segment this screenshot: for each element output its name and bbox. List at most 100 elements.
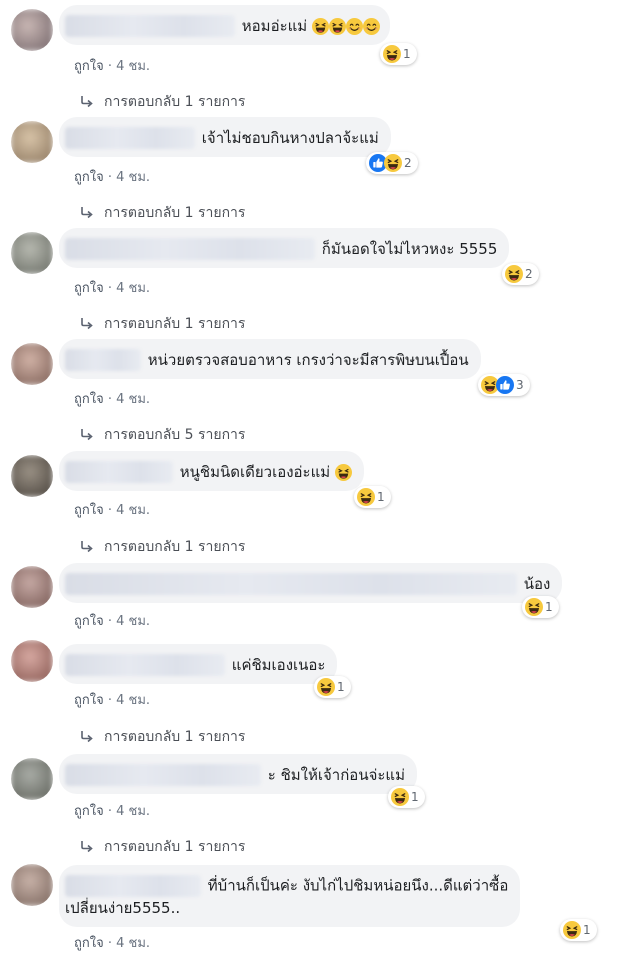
haha-emoji-icon xyxy=(505,265,523,283)
commenter-name[interactable] xyxy=(65,573,517,595)
avatar[interactable] xyxy=(11,343,53,385)
view-replies-link[interactable]: การตอบกลับ 1 รายการ xyxy=(80,536,245,558)
commenter-name[interactable] xyxy=(65,127,195,149)
avatar[interactable] xyxy=(11,864,53,906)
comment-text: น้อง xyxy=(523,575,551,593)
like-link[interactable]: ถูกใจ xyxy=(74,392,104,407)
timestamp[interactable]: 4 ชม. xyxy=(116,281,150,296)
reply-count-label[interactable]: การตอบกลับ 1 รายการ xyxy=(104,91,245,113)
haha-emoji-icon xyxy=(383,45,401,63)
like-link[interactable]: ถูกใจ xyxy=(74,804,104,819)
reaction-summary[interactable]: 1 xyxy=(354,486,391,508)
timestamp[interactable]: 4 ชม. xyxy=(116,614,150,629)
like-link[interactable]: ถูกใจ xyxy=(74,170,104,185)
comment-meta: ถูกใจ · 4 ชม. xyxy=(74,800,150,821)
commenter-name[interactable] xyxy=(65,461,173,483)
haha-emoji-icon xyxy=(357,488,375,506)
separator: · xyxy=(103,170,117,185)
reply-arrow-icon xyxy=(80,540,94,554)
commenter-name[interactable] xyxy=(65,15,235,37)
like-link[interactable]: ถูกใจ xyxy=(74,693,104,708)
reply-count-label[interactable]: การตอบกลับ 1 รายการ xyxy=(104,726,245,748)
view-replies-link[interactable]: การตอบกลับ 1 รายการ xyxy=(80,726,245,748)
commenter-name[interactable] xyxy=(65,654,225,676)
like-link[interactable]: ถูกใจ xyxy=(74,503,104,518)
reaction-summary[interactable]: 1 xyxy=(560,919,597,941)
commenter-name[interactable] xyxy=(65,874,201,897)
view-replies-link[interactable]: การตอบกลับ 1 รายการ xyxy=(80,836,245,858)
timestamp[interactable]: 4 ชม. xyxy=(116,693,150,708)
comment-bubble: ก็มันอดใจไม่ไหวหงะ 5555 xyxy=(59,228,510,268)
separator: · xyxy=(103,693,117,708)
avatar[interactable] xyxy=(11,640,53,682)
avatar[interactable] xyxy=(11,758,53,800)
commenter-name[interactable] xyxy=(65,238,315,260)
view-replies-link[interactable]: การตอบกลับ 1 รายการ xyxy=(80,202,245,224)
haha-emoji-icon xyxy=(384,154,402,172)
comment-text: ก็มันอดใจไม่ไหวหงะ 5555 xyxy=(321,240,498,258)
timestamp[interactable]: 4 ชม. xyxy=(116,170,150,185)
smile-emoji-icon xyxy=(363,18,380,35)
comment-meta: ถูกใจ · 4 ชม. xyxy=(74,499,150,520)
avatar[interactable] xyxy=(11,455,53,497)
reaction-summary[interactable]: 1 xyxy=(388,786,425,808)
reaction-summary[interactable]: 1 xyxy=(522,596,559,618)
timestamp[interactable]: 4 ชม. xyxy=(116,804,150,819)
reply-arrow-icon xyxy=(80,840,94,854)
reply-arrow-icon xyxy=(80,428,94,442)
reaction-summary[interactable]: 1 xyxy=(314,676,351,698)
reaction-count: 1 xyxy=(583,923,591,937)
reaction-count: 3 xyxy=(516,378,524,392)
reply-arrow-icon xyxy=(80,95,94,109)
avatar[interactable] xyxy=(11,121,53,163)
view-replies-link[interactable]: การตอบกลับ 1 รายการ xyxy=(80,91,245,113)
haha-emoji-icon xyxy=(563,921,581,939)
view-replies-link[interactable]: การตอบกลับ 5 รายการ xyxy=(80,424,245,446)
view-replies-link[interactable]: การตอบกลับ 1 รายการ xyxy=(80,313,245,335)
separator: · xyxy=(103,936,117,951)
comment-text: เจ้าไม่ชอบกินหางปลาจ้ะแม่ xyxy=(201,129,379,147)
like-link[interactable]: ถูกใจ xyxy=(74,614,104,629)
commenter-name[interactable] xyxy=(65,764,261,786)
comment-bubble: ที่บ้านก็เป็นค่ะ งับไก่ไปชิมหน่อยนึง...ด… xyxy=(59,865,521,927)
reply-count-label[interactable]: การตอบกลับ 5 รายการ xyxy=(104,424,245,446)
timestamp[interactable]: 4 ชม. xyxy=(116,503,150,518)
haha-emoji-icon xyxy=(335,464,352,481)
comment-meta: ถูกใจ · 4 ชม. xyxy=(74,610,150,631)
timestamp[interactable]: 4 ชม. xyxy=(116,936,150,951)
like-link[interactable]: ถูกใจ xyxy=(74,936,104,951)
reaction-summary[interactable]: 3 xyxy=(478,374,530,396)
reaction-summary[interactable]: 2 xyxy=(366,152,418,174)
reaction-count: 2 xyxy=(404,156,412,170)
timestamp[interactable]: 4 ชม. xyxy=(116,59,150,74)
reply-count-label[interactable]: การตอบกลับ 1 รายการ xyxy=(104,202,245,224)
avatar[interactable] xyxy=(11,9,53,51)
timestamp[interactable]: 4 ชม. xyxy=(116,392,150,407)
reply-arrow-icon xyxy=(80,730,94,744)
comment-bubble: ะ ชิมให้เจ้าก่อนจ่ะแม่ xyxy=(59,754,417,794)
comment-bubble: หน่วยตรวจสอบอาหาร เกรงว่าจะมีสารพิษบนเปื… xyxy=(59,339,481,379)
avatar[interactable] xyxy=(11,232,53,274)
haha-emoji-icon xyxy=(329,18,346,35)
reply-arrow-icon xyxy=(80,206,94,220)
comment-text: ที่บ้านก็เป็นค่ะ งับไก่ไปชิมหน่อยนึง...ด… xyxy=(207,876,509,895)
like-link[interactable]: ถูกใจ xyxy=(74,59,104,74)
reaction-count: 1 xyxy=(545,600,553,614)
separator: · xyxy=(103,392,117,407)
comment-bubble: แค่ชิมเองเนอะ xyxy=(59,644,338,684)
commenter-name[interactable] xyxy=(65,349,141,371)
haha-emoji-icon xyxy=(312,18,329,35)
comment-bubble: เจ้าไม่ชอบกินหางปลาจ้ะแม่ xyxy=(59,117,391,157)
reaction-count: 1 xyxy=(377,490,385,504)
comment-meta: ถูกใจ · 4 ชม. xyxy=(74,166,150,187)
reply-count-label[interactable]: การตอบกลับ 1 รายการ xyxy=(104,836,245,858)
reaction-count: 1 xyxy=(337,680,345,694)
avatar[interactable] xyxy=(11,566,53,608)
reply-count-label[interactable]: การตอบกลับ 1 รายการ xyxy=(104,536,245,558)
comment-meta: ถูกใจ · 4 ชม. xyxy=(74,55,150,76)
reply-count-label[interactable]: การตอบกลับ 1 รายการ xyxy=(104,313,245,335)
like-link[interactable]: ถูกใจ xyxy=(74,281,104,296)
separator: · xyxy=(103,503,117,518)
reaction-summary[interactable]: 2 xyxy=(502,263,539,285)
reaction-summary[interactable]: 1 xyxy=(380,43,417,65)
